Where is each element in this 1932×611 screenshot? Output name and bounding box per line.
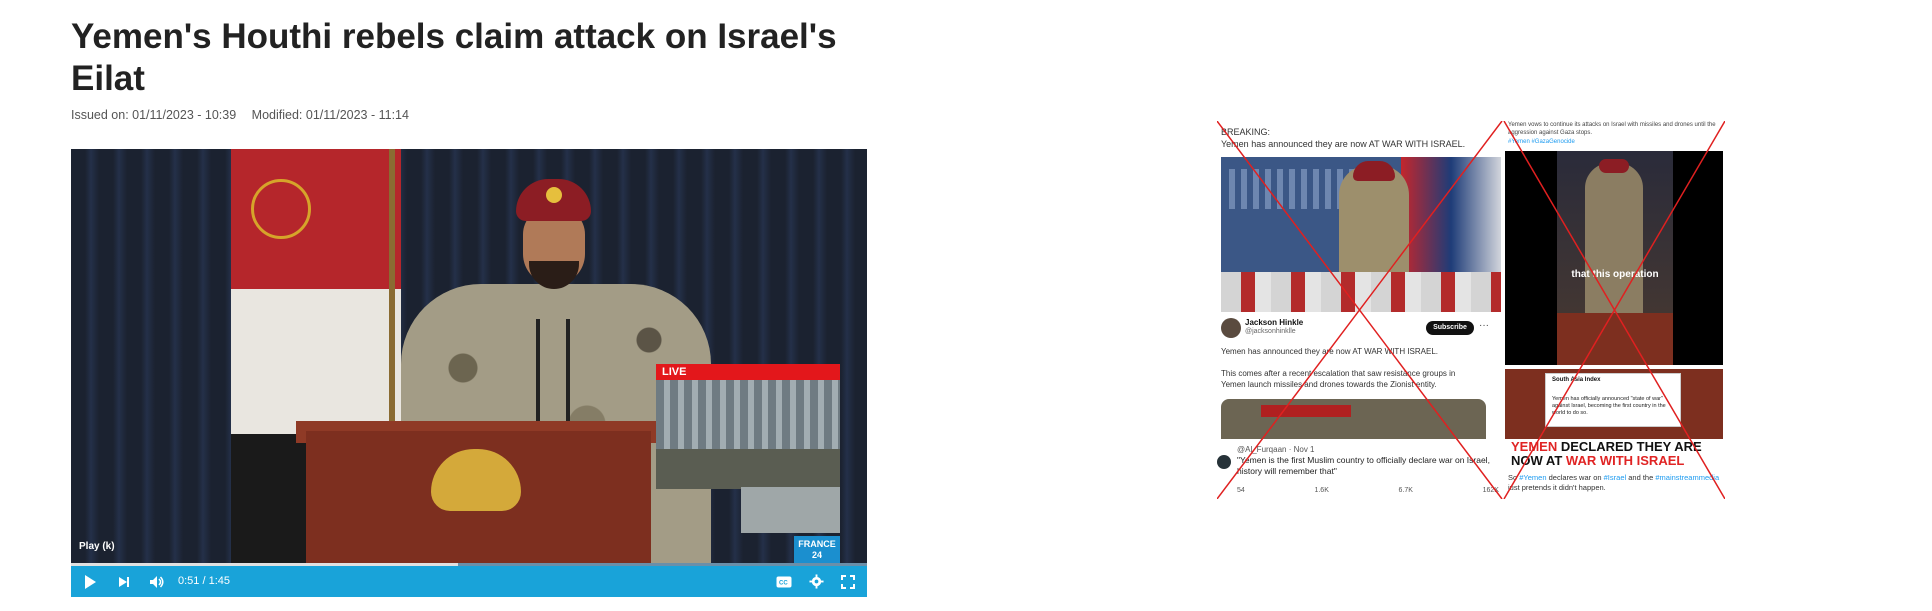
live-inset: LIVE	[656, 364, 840, 489]
play-icon	[84, 574, 96, 589]
play-button[interactable]	[79, 566, 101, 597]
video-player[interactable]: LIVE FRANCE 24 Play (k) 0:51 / 1:45 CC	[71, 149, 867, 597]
volume-icon	[150, 575, 164, 588]
next-icon	[119, 576, 129, 587]
flag-emblem-icon	[251, 179, 311, 239]
control-bar: 0:51 / 1:45 CC	[71, 566, 867, 597]
time-display: 0:51 / 1:45	[178, 575, 230, 587]
svg-text:CC: CC	[779, 580, 788, 586]
france24-logo: FRANCE 24	[794, 536, 840, 563]
social-collage-image: BREAKING: Yemen has announced they are n…	[1217, 121, 1725, 499]
settings-button[interactable]	[805, 566, 827, 597]
video-frame[interactable]: LIVE FRANCE 24 Play (k)	[71, 149, 867, 563]
captions-button[interactable]: CC	[773, 566, 795, 597]
fake-cross-overlay	[1217, 121, 1725, 499]
article-headline: Yemen's Houthi rebels claim attack on Is…	[71, 17, 837, 98]
volume-button[interactable]	[145, 566, 169, 597]
live-label: LIVE	[656, 364, 840, 380]
captions-icon: CC	[776, 576, 792, 587]
article-meta: Issued on: 01/11/2023 - 10:39 Modified: …	[71, 108, 409, 122]
modified-date: Modified: 01/11/2023 - 11:14	[251, 108, 409, 122]
fullscreen-icon	[841, 574, 855, 589]
live-inset-secondary	[741, 487, 840, 533]
issued-on-date: Issued on: 01/11/2023 - 10:39	[71, 108, 237, 122]
fullscreen-button[interactable]	[837, 566, 859, 597]
next-button[interactable]	[113, 566, 135, 597]
play-hint: Play (k)	[79, 541, 115, 552]
gear-icon	[808, 574, 824, 589]
